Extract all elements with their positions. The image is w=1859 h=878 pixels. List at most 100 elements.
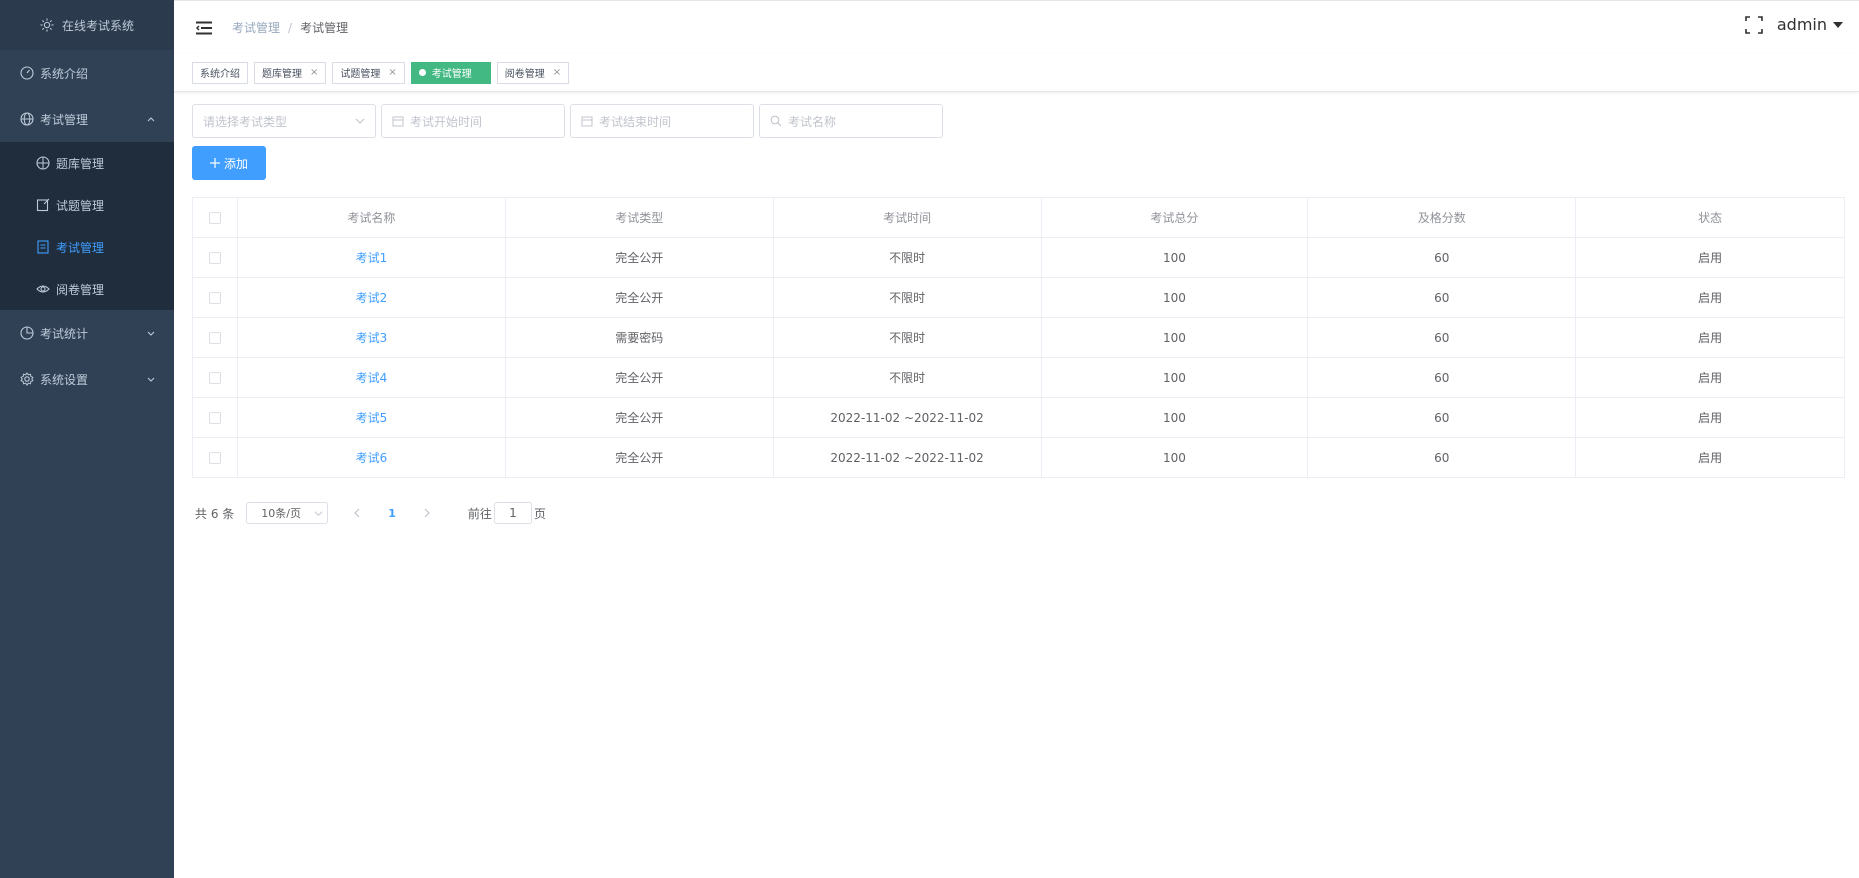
table-cell: 启用	[1698, 451, 1723, 465]
navbar-right: admin	[1745, 15, 1843, 34]
breadcrumb-item[interactable]: 考试管理	[232, 19, 280, 36]
hamburger-icon[interactable]	[196, 21, 212, 35]
table-cell: 100	[1042, 438, 1309, 477]
row-checkbox[interactable]	[208, 371, 221, 384]
column-header: 状态	[1698, 211, 1723, 225]
close-icon[interactable]: ×	[553, 67, 561, 78]
tags-view: 系统介绍 题库管理 × 试题管理 × 考试管理 阅卷管理 ×	[174, 54, 1859, 92]
picker-placeholder: 考试结束时间	[599, 114, 672, 129]
sidebar-item-questions[interactable]: 试题管理	[0, 184, 174, 226]
goto-suffix: 页	[533, 506, 546, 521]
tag-label: 阅卷管理	[504, 69, 545, 80]
sidebar-item-question-bank[interactable]: 题库管理	[0, 142, 174, 184]
next-page-icon[interactable]	[420, 506, 434, 520]
sidebar-item-exam-management[interactable]: 考试管理	[0, 96, 174, 142]
gear-icon	[20, 372, 34, 386]
column-header: 考试类型	[506, 198, 774, 237]
tag-intro[interactable]: 系统介绍	[192, 61, 248, 84]
add-button[interactable]: 添加	[192, 146, 266, 180]
exam-name-link[interactable]: 考试1	[238, 238, 506, 277]
exam-name-link[interactable]: 考试6	[238, 438, 506, 477]
tag-label: 题库管理	[262, 69, 302, 80]
tag-questions[interactable]: 试题管理 ×	[332, 61, 405, 84]
column-header: 考试时间	[774, 198, 1042, 237]
sidebar-item-label: 题库管理	[56, 156, 105, 171]
table-cell: 启用	[1698, 331, 1723, 345]
exam-submenu: 题库管理 试题管理 考试管理 阅卷管理	[0, 142, 174, 310]
column-header: 及格分数	[1308, 198, 1577, 237]
table-row: 考试6 完全公开 2022-11-02 ~2022-11-02 100 60 启…	[193, 438, 1844, 478]
start-time-picker[interactable]: 考试开始时间	[381, 104, 565, 138]
sidebar-item-intro[interactable]: 系统介绍	[0, 50, 174, 96]
row-checkbox[interactable]	[208, 411, 221, 424]
table-row: 考试4 完全公开 不限时 100 60 启用	[193, 358, 1844, 398]
sidebar-item-label: 系统设置	[40, 372, 89, 387]
search-icon	[770, 115, 782, 127]
sidebar-item-settings[interactable]: 系统设置	[0, 356, 174, 402]
exam-name-link[interactable]: 考试3	[238, 318, 506, 357]
row-check-cell	[193, 438, 238, 477]
total-count: 共 6 条	[195, 506, 235, 521]
exam-name-link[interactable]: 考试4	[238, 358, 506, 397]
search-placeholder: 考试名称	[788, 114, 837, 129]
sidebar-item-exams[interactable]: 考试管理	[0, 226, 174, 268]
table-cell: 100	[1042, 358, 1309, 397]
exam-type-select[interactable]: 请选择考试类型	[192, 104, 376, 138]
fullscreen-icon[interactable]	[1745, 15, 1763, 34]
page-size-select[interactable]: 10条/页	[246, 502, 329, 524]
row-checkbox[interactable]	[208, 251, 221, 264]
caret-down-icon	[1833, 21, 1843, 28]
goto-page-input[interactable]: 1	[493, 502, 532, 524]
close-icon[interactable]: ×	[310, 67, 318, 78]
end-time-picker[interactable]: 考试结束时间	[570, 104, 754, 138]
app-root: 在线考试系统 系统介绍 考试管理 题库管理 试题管理 考试管理 阅卷管理 考试统…	[0, 0, 1859, 878]
page-number-current[interactable]: 1	[388, 507, 396, 520]
chevron-up-icon	[147, 117, 155, 122]
page-size-value: 10条/页	[261, 507, 301, 520]
tag-exams[interactable]: 考试管理	[410, 61, 491, 84]
table-cell: 60	[1308, 278, 1577, 317]
table-cell: 完全公开	[506, 398, 774, 437]
tag-grading[interactable]: 阅卷管理 ×	[496, 61, 570, 84]
table-cell: 启用	[1698, 291, 1723, 305]
row-check-cell	[193, 318, 238, 357]
exam-name-search[interactable]: 考试名称	[759, 104, 943, 138]
pie-chart-icon	[20, 326, 34, 340]
tag-label: 试题管理	[340, 69, 381, 80]
row-checkbox[interactable]	[208, 291, 221, 304]
sidebar-item-label: 考试管理	[40, 112, 89, 127]
table-cell: 100	[1042, 318, 1309, 357]
row-check-cell	[193, 358, 238, 397]
exam-name-link[interactable]: 考试2	[238, 278, 506, 317]
table-cell: 60	[1308, 318, 1577, 357]
sidebar-item-label: 试题管理	[56, 198, 105, 213]
column-header: 考试名称	[238, 198, 506, 237]
calendar-icon	[392, 116, 404, 127]
prev-page-icon[interactable]	[350, 506, 364, 520]
table-cell: 60	[1308, 438, 1577, 477]
active-dot-icon	[418, 69, 426, 76]
user-dropdown[interactable]: admin	[1777, 15, 1843, 34]
exam-name-link[interactable]: 考试5	[238, 398, 506, 437]
sidebar-item-label: 阅卷管理	[56, 282, 105, 297]
chevron-down-icon	[355, 118, 365, 124]
navbar: 考试管理 / 考试管理 admin	[174, 0, 1859, 54]
row-checkbox[interactable]	[208, 331, 221, 344]
sidebar-item-grading[interactable]: 阅卷管理	[0, 268, 174, 310]
table-row: 考试3 需要密码 不限时 100 60 启用	[193, 318, 1844, 358]
edit-icon	[36, 198, 50, 212]
row-checkbox[interactable]	[208, 451, 221, 464]
breadcrumb: 考试管理 / 考试管理	[232, 19, 348, 36]
tag-question-bank[interactable]: 题库管理 ×	[254, 61, 327, 84]
filter-bar: 请选择考试类型 考试开始时间 考试结束时间 考试名称	[192, 104, 943, 138]
table-cell: 启用	[1698, 411, 1723, 425]
add-button-label: 添加	[223, 156, 248, 171]
close-icon[interactable]: ×	[388, 67, 396, 78]
sidebar-item-label: 系统介绍	[40, 66, 89, 81]
username: admin	[1776, 15, 1827, 34]
tag-label: 考试管理	[431, 69, 472, 80]
sidebar-item-statistics[interactable]: 考试统计	[0, 310, 174, 356]
breadcrumb-item: 考试管理	[300, 21, 349, 35]
select-all-checkbox[interactable]	[208, 211, 221, 224]
logo[interactable]: 在线考试系统	[0, 0, 174, 50]
